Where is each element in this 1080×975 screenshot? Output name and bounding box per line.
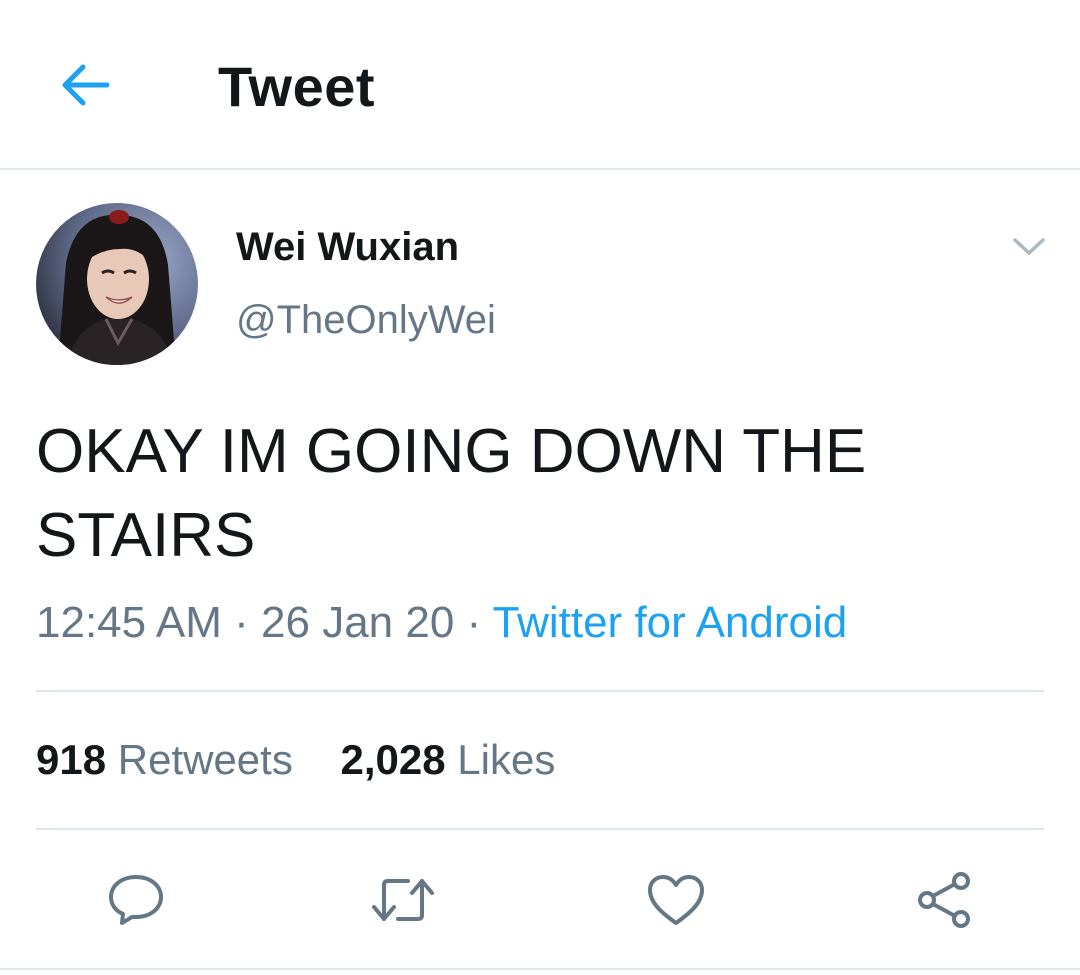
- more-options-button[interactable]: [1006, 228, 1052, 266]
- tweet-text: OKAY IM GOING DOWN THE STAIRS: [36, 417, 867, 570]
- like-button[interactable]: [641, 868, 711, 932]
- likes-label: Likes: [457, 736, 556, 783]
- chevron-down-icon: [1013, 238, 1045, 255]
- retweet-button[interactable]: [368, 868, 438, 932]
- tweet-date: 26 Jan 20: [261, 598, 455, 647]
- separator-dot: ·: [234, 598, 249, 647]
- avatar-image: [36, 203, 198, 365]
- arrow-left-icon: [62, 64, 110, 106]
- author-name[interactable]: Wei Wuxian: [236, 225, 459, 270]
- retweets-label: Retweets: [117, 736, 293, 783]
- separator-dot: ·: [466, 598, 482, 647]
- share-icon: [918, 872, 970, 928]
- avatar[interactable]: [36, 203, 198, 365]
- tweet-metadata: 12:45 AM · 26 Jan 20 · Twitter for Andro…: [36, 598, 847, 648]
- top-app-bar: Tweet: [0, 0, 1080, 170]
- reply-icon: [109, 875, 163, 925]
- likes-stat[interactable]: 2,028 Likes: [341, 736, 556, 784]
- page-title: Tweet: [218, 55, 376, 118]
- divider: [36, 828, 1044, 830]
- tweet-source-link[interactable]: Twitter for Android: [493, 598, 848, 647]
- like-icon: [648, 875, 704, 925]
- divider: [0, 968, 1080, 970]
- retweets-stat[interactable]: 918 Retweets: [36, 736, 293, 784]
- author-handle[interactable]: @TheOnlyWei: [236, 298, 496, 343]
- share-button[interactable]: [910, 868, 980, 932]
- tweet-time: 12:45 AM: [36, 598, 222, 647]
- retweet-icon: [372, 879, 434, 921]
- tweet-stats: 918 Retweets 2,028 Likes: [36, 736, 555, 784]
- reply-button[interactable]: [101, 868, 171, 932]
- divider: [36, 690, 1044, 692]
- back-button[interactable]: [50, 55, 120, 115]
- retweets-count: 918: [36, 736, 107, 783]
- likes-count: 2,028: [340, 736, 446, 783]
